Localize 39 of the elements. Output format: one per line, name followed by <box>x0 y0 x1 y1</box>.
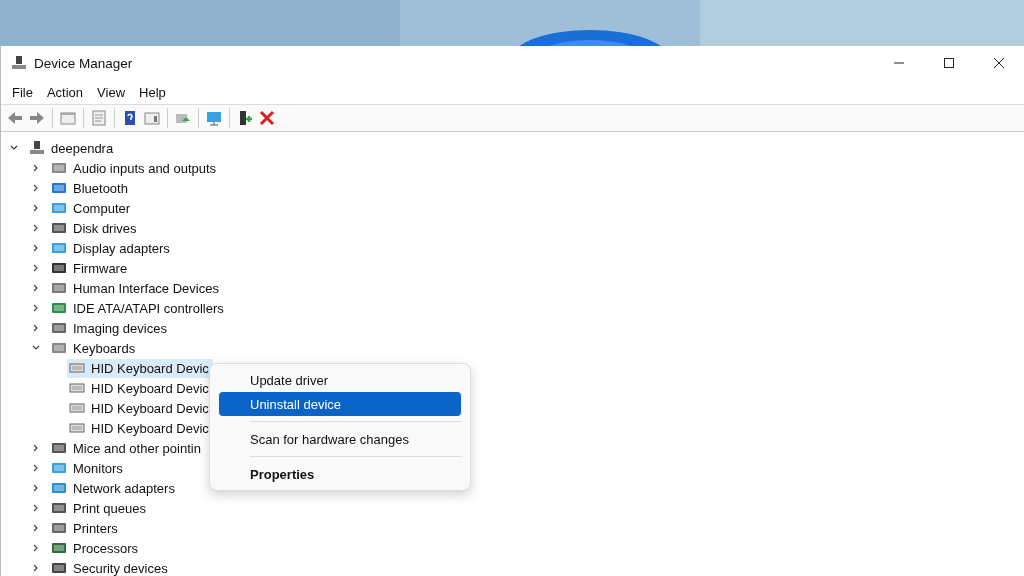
maximize-icon <box>943 57 955 69</box>
menu-item[interactable]: Scan for hardware changes <box>219 427 461 451</box>
menu-item[interactable]: Properties <box>219 462 461 486</box>
menu-item[interactable]: View <box>90 82 133 102</box>
tree-item[interactable]: Processors <box>73 540 139 556</box>
tree-item[interactable]: Display adapters <box>73 240 170 256</box>
tree-item[interactable]: HID Keyboard Devic <box>67 418 213 438</box>
tree-item[interactable]: Printers <box>73 520 118 536</box>
menu-item[interactable]: File <box>5 82 40 102</box>
close-icon <box>993 57 1005 69</box>
action-pane-icon[interactable] <box>143 109 161 127</box>
menu-item[interactable]: Update driver <box>219 368 461 392</box>
menu-item[interactable]: Help <box>132 82 173 102</box>
menu-item[interactable]: Action <box>39 82 91 102</box>
tree-item[interactable]: HID Keyboard Devic <box>67 358 213 378</box>
window-title: Device Manager <box>34 55 133 71</box>
computer-icon <box>11 55 27 71</box>
tree-item[interactable]: Mice and other pointin <box>73 440 201 456</box>
menu-item[interactable]: Uninstall device <box>219 392 461 416</box>
tree-item[interactable]: deependra <box>51 140 114 156</box>
tree-item[interactable]: IDE ATA/ATAPI controllers <box>73 300 224 316</box>
tree-item[interactable]: Bluetooth <box>73 180 128 196</box>
tree-item[interactable]: HID Keyboard Devic <box>67 398 213 418</box>
uninstall-icon[interactable] <box>258 109 276 127</box>
tree-item[interactable]: HID Keyboard Devic <box>67 378 213 398</box>
tree-item[interactable]: Print queues <box>73 500 146 516</box>
tree-item[interactable]: Firmware <box>73 260 128 276</box>
tree-item[interactable]: Keyboards <box>73 340 136 356</box>
computer-icon <box>29 140 45 156</box>
tree-item[interactable]: Network adapters <box>73 480 175 496</box>
forward-arrow-icon[interactable] <box>28 109 46 127</box>
tree-item[interactable]: Human Interface Devices <box>73 280 219 296</box>
tree-item[interactable]: Audio inputs and outputs <box>73 160 217 176</box>
back-arrow-icon[interactable] <box>6 109 24 127</box>
tree-item[interactable]: Computer <box>73 200 131 216</box>
tree-item[interactable]: Monitors <box>73 460 123 476</box>
tree-item[interactable]: Imaging devices <box>73 320 167 336</box>
tree-item[interactable]: Disk drives <box>73 220 137 236</box>
tree-item[interactable]: Security devices <box>73 560 168 576</box>
